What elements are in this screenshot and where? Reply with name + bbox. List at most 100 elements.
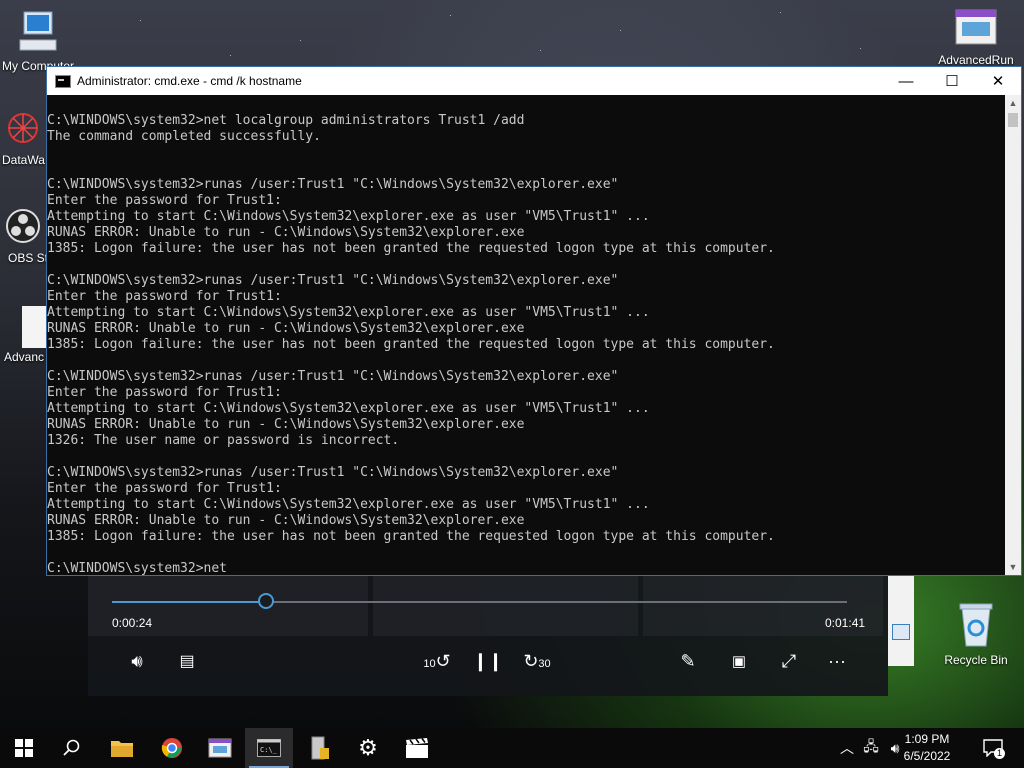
cmd-window[interactable]: Administrator: cmd.exe - cmd /k hostname… xyxy=(46,66,1022,576)
star xyxy=(540,50,541,51)
edit-button[interactable]: ✎ xyxy=(673,648,703,674)
chevron-down-icon: ▼ xyxy=(1008,562,1018,572)
taskbar-app-movies[interactable] xyxy=(393,728,441,768)
console-line: 1385: Logon failure: the user has not be… xyxy=(47,529,775,544)
clock-date: 6/5/2022 xyxy=(903,749,951,763)
more-options-button[interactable]: ··· xyxy=(822,648,852,674)
minimize-icon: — xyxy=(898,72,914,90)
current-time: 0:00:24 xyxy=(112,616,153,630)
taskbar-app-chrome[interactable] xyxy=(148,728,196,768)
desktop-icon-datawave[interactable]: DataWa xyxy=(0,108,46,167)
console-line: 1385: Logon failure: the user has not be… xyxy=(47,337,775,352)
skip-forward-icon: ↻30 xyxy=(523,650,551,671)
windows-logo-icon xyxy=(15,739,33,757)
vertical-scrollbar[interactable]: ▲ ▼ xyxy=(1005,95,1021,575)
desktop-icon-label: Advanc xyxy=(4,350,45,364)
console-output[interactable]: C:\WINDOWS\system32>net localgroup admin… xyxy=(47,95,1005,575)
console-line: C:\WINDOWS\system32>net localgroup admin… xyxy=(47,113,525,128)
console-line: C:\WINDOWS\system32>runas /user:Trust1 "… xyxy=(47,465,619,480)
chevron-up-icon: ▲ xyxy=(1008,98,1018,108)
recycle-bin-icon xyxy=(938,600,1014,651)
console-line: Enter the password for Trust1: xyxy=(47,481,282,496)
chevron-up-icon: ︿ xyxy=(840,740,854,756)
taskbar-app-settings[interactable]: ⚙ xyxy=(344,728,392,768)
star xyxy=(300,40,301,41)
desktop-icon-my-computer[interactable]: My Computer xyxy=(0,8,76,73)
cmd-title-bar[interactable]: Administrator: cmd.exe - cmd /k hostname… xyxy=(47,67,1021,95)
scrollbar-thumb[interactable] xyxy=(1008,113,1018,127)
close-icon: ✕ xyxy=(991,73,1005,90)
skip-back-button[interactable]: 10↺ xyxy=(422,648,452,674)
captions-button[interactable]: ▤ xyxy=(172,648,202,674)
network-button[interactable]: 🖧︎ xyxy=(860,728,882,768)
action-center-button[interactable]: 1 xyxy=(980,728,1006,768)
datawave-icon xyxy=(0,108,46,151)
taskbar-app-cmd[interactable]: C:\_ xyxy=(245,728,293,768)
background-ghost-panel xyxy=(373,576,638,636)
pause-button[interactable]: ❙❙ xyxy=(473,648,503,674)
taskbar-app-server-manager[interactable] xyxy=(295,728,343,768)
desktop-icon-label: OBS St xyxy=(8,251,46,265)
skip-forward-button[interactable]: ↻30 xyxy=(522,648,552,674)
minimize-button[interactable]: — xyxy=(883,67,929,95)
video-player-controls: 0:00:24 0:01:41 🔊︎ ▤ 10↺ ❙❙ ↻30 ✎ ▣ ⤢ ··… xyxy=(88,576,888,696)
remaining-time: 0:01:41 xyxy=(825,616,866,630)
console-line: Attempting to start C:\Windows\System32\… xyxy=(47,401,650,416)
mini-view-icon: ▣ xyxy=(731,653,747,670)
close-button[interactable]: ✕ xyxy=(975,67,1021,95)
taskbar-app-advancedrun[interactable] xyxy=(196,728,244,768)
start-button[interactable] xyxy=(0,728,48,768)
advancedrun-icon xyxy=(936,4,1016,51)
fullscreen-button[interactable]: ⤢ xyxy=(774,648,804,674)
clock[interactable]: 1:09 PM 6/5/2022 xyxy=(892,731,962,765)
console-line: C:\WINDOWS\system32>runas /user:Trust1 "… xyxy=(47,369,619,384)
maximize-button[interactable]: ☐ xyxy=(929,67,975,95)
taskbar-app-file-explorer[interactable] xyxy=(98,728,146,768)
scroll-down-button[interactable]: ▼ xyxy=(1005,559,1021,575)
window-title: Administrator: cmd.exe - cmd /k hostname xyxy=(77,74,302,88)
console-line: C:\WINDOWS\system32>net xyxy=(47,561,228,575)
console-line: Enter the password for Trust1: xyxy=(47,385,282,400)
seek-bar-fill xyxy=(112,601,267,603)
computer-icon xyxy=(0,8,76,57)
maximize-icon: ☐ xyxy=(945,73,959,90)
desktop-icon-advanced[interactable]: Advanc xyxy=(0,306,46,364)
star xyxy=(450,15,451,16)
taskbar: C:\_ ⚙ ︿ 🖧︎ 🔊︎ 1:09 PM 6/5/2022 1 xyxy=(0,728,1024,768)
desktop-icon-obs[interactable]: OBS St xyxy=(0,206,46,265)
pencil-icon: ✎ xyxy=(680,650,696,671)
star xyxy=(230,55,231,56)
desktop-icon-advancedrun[interactable]: AdvancedRun xyxy=(936,4,1016,66)
obs-icon xyxy=(0,206,46,249)
more-icon: ··· xyxy=(828,650,846,671)
cmd-icon: C:\_ xyxy=(257,739,281,757)
pause-icon: ❙❙ xyxy=(472,650,504,671)
console-line: Attempting to start C:\Windows\System32\… xyxy=(47,497,650,512)
console-line: Enter the password for Trust1: xyxy=(47,289,282,304)
console-line: RUNAS ERROR: Unable to run - C:\Windows\… xyxy=(47,225,525,240)
search-button[interactable] xyxy=(48,728,96,768)
mini-view-button[interactable]: ▣ xyxy=(724,648,754,674)
scroll-up-button[interactable]: ▲ xyxy=(1005,95,1021,111)
expand-icon: ⤢ xyxy=(781,650,797,671)
desktop-icon-label: AdvancedRun xyxy=(938,53,1014,66)
star xyxy=(780,12,781,13)
show-hidden-icons-button[interactable]: ︿ xyxy=(836,728,858,768)
server-icon xyxy=(311,736,329,760)
desktop-icon-label: DataWa xyxy=(2,153,45,167)
desktop-icon-recycle-bin[interactable]: Recycle Bin xyxy=(938,600,1014,667)
gear-icon: ⚙ xyxy=(358,735,378,760)
seek-bar[interactable] xyxy=(112,593,847,609)
svg-text:C:\_: C:\_ xyxy=(260,746,278,754)
volume-button[interactable]: 🔊︎ xyxy=(122,648,152,674)
console-line: Enter the password for Trust1: xyxy=(47,193,282,208)
console-line: RUNAS ERROR: Unable to run - C:\Windows\… xyxy=(47,513,525,528)
clock-time: 1:09 PM xyxy=(904,732,950,746)
skip-back-icon: 10↺ xyxy=(423,650,451,671)
console-line: The command completed successfully. xyxy=(47,129,321,144)
console-line: RUNAS ERROR: Unable to run - C:\Windows\… xyxy=(47,417,525,432)
